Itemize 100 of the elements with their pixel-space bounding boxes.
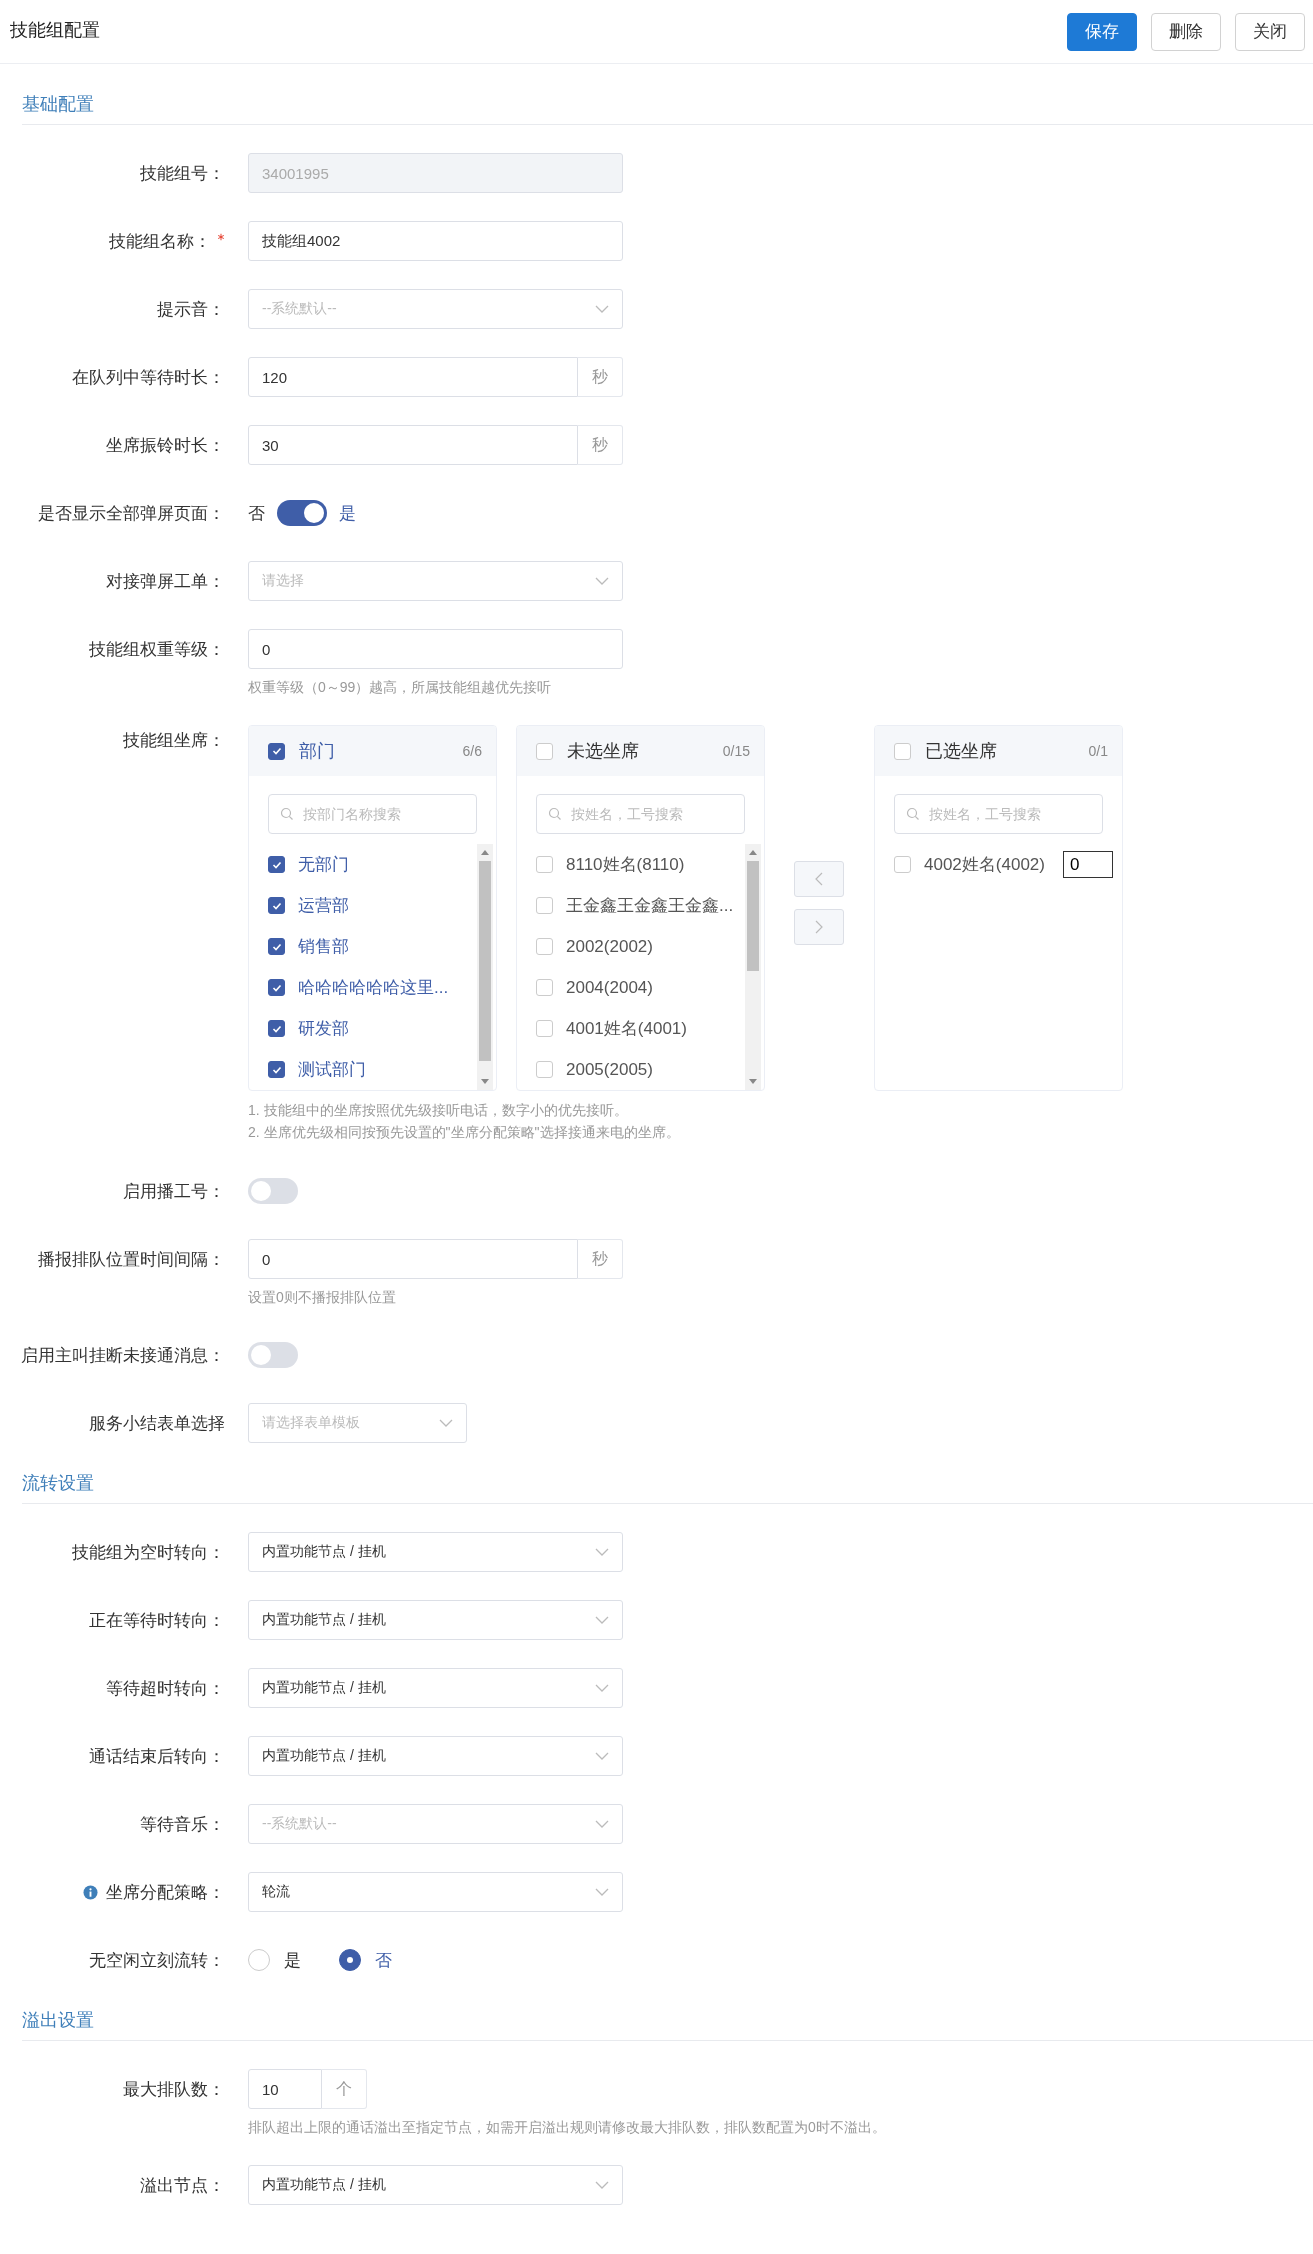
field-label: 技能组权重等级： bbox=[89, 638, 225, 661]
checkbox[interactable] bbox=[268, 1020, 285, 1037]
field-label: 启用播工号： bbox=[123, 1180, 225, 1203]
unit-addon: 秒 bbox=[578, 357, 623, 397]
unit-addon: 秒 bbox=[578, 425, 623, 465]
switch-label: 是 bbox=[339, 502, 356, 525]
toggle-switch[interactable] bbox=[248, 1178, 298, 1204]
field-label: 等待超时转向： bbox=[106, 1677, 225, 1700]
list-item[interactable]: 4002姓名(4002) bbox=[924, 853, 1045, 876]
field-label: 无空闲立刻流转： bbox=[89, 1949, 225, 1972]
search-icon bbox=[548, 807, 562, 821]
search-field[interactable]: 按姓名，工号搜索 bbox=[894, 794, 1103, 834]
search-icon bbox=[906, 807, 920, 821]
field-label: 正在等待时转向： bbox=[89, 1609, 225, 1632]
list-item[interactable]: 王金鑫王金鑫王金鑫... bbox=[566, 894, 734, 917]
list-item[interactable]: 2002(2002) bbox=[566, 936, 653, 957]
save-button[interactable]: 保存 bbox=[1067, 12, 1137, 51]
field-label: 播报排队位置时间间隔： bbox=[38, 1248, 225, 1271]
input-field[interactable]: 0 bbox=[248, 1239, 578, 1279]
page-title: 技能组配置 bbox=[10, 18, 100, 42]
selection-count: 0/15 bbox=[722, 743, 750, 759]
field-label: 对接弹屏工单： bbox=[106, 570, 225, 593]
select-field[interactable]: 内置功能节点 / 挂机 bbox=[248, 1600, 623, 1640]
field-label: 是否显示全部弹屏页面： bbox=[38, 502, 225, 525]
unit-addon: 秒 bbox=[578, 1239, 623, 1279]
field-label: 技能组为空时转向： bbox=[72, 1541, 225, 1564]
radio-label: 是 bbox=[284, 1949, 301, 1972]
checkbox[interactable] bbox=[268, 1061, 285, 1078]
panel-title: 已选坐席 bbox=[925, 740, 998, 763]
chevron-down-icon bbox=[595, 577, 609, 585]
scrollbar[interactable] bbox=[745, 844, 761, 1090]
toggle-switch[interactable] bbox=[248, 1342, 298, 1368]
selection-count: 6/6 bbox=[462, 743, 482, 759]
priority-field[interactable]: 0 bbox=[1062, 851, 1113, 878]
list-item[interactable]: 销售部 bbox=[298, 935, 349, 958]
section-title: 流转设置 bbox=[22, 1443, 1313, 1504]
chevron-down-icon bbox=[595, 1684, 609, 1692]
list-item[interactable]: 2004(2004) bbox=[566, 977, 653, 998]
toggle-switch[interactable] bbox=[277, 500, 327, 526]
unit-addon: 个 bbox=[322, 2069, 367, 2109]
select-field[interactable]: 内置功能节点 / 挂机 bbox=[248, 1736, 623, 1776]
check-icon bbox=[270, 745, 283, 757]
list-item[interactable]: 8110姓名(8110) bbox=[566, 853, 685, 876]
input-field[interactable]: 30 bbox=[248, 425, 578, 465]
section-title: 溢出设置 bbox=[22, 1980, 1313, 2041]
field-label: 技能组名称： bbox=[109, 230, 211, 253]
field-label: 在队列中等待时长： bbox=[72, 366, 225, 389]
chevron-right-icon bbox=[815, 920, 823, 934]
section-title: 基础配置 bbox=[22, 64, 1313, 125]
chevron-down-icon bbox=[595, 305, 609, 313]
chevron-down-icon bbox=[595, 1820, 609, 1828]
field-label: 服务小结表单选择 bbox=[89, 1412, 225, 1435]
chevron-down-icon bbox=[439, 1419, 453, 1427]
field-label: 通话结束后转向： bbox=[89, 1745, 225, 1768]
input-field[interactable]: 10 bbox=[248, 2069, 322, 2109]
input-field[interactable]: 0 bbox=[248, 629, 623, 669]
radio-button[interactable] bbox=[339, 1949, 361, 1971]
field-label: 最大排队数： bbox=[123, 2078, 225, 2101]
list-item[interactable]: 4001姓名(4001) bbox=[566, 1017, 687, 1040]
list-item[interactable]: 无部门 bbox=[298, 853, 349, 876]
search-icon bbox=[280, 807, 294, 821]
search-field[interactable]: 按姓名，工号搜索 bbox=[536, 794, 745, 834]
select-field[interactable]: 内置功能节点 / 挂机 bbox=[248, 1668, 623, 1708]
chevron-down-icon bbox=[595, 1888, 609, 1896]
checkbox[interactable] bbox=[268, 938, 285, 955]
field-label: 坐席分配策略： bbox=[106, 1881, 225, 1904]
checkbox[interactable] bbox=[268, 979, 285, 996]
input-field[interactable]: 120 bbox=[248, 357, 578, 397]
help-text: 权重等级（0～99）越高，所属技能组越优先接听 bbox=[248, 679, 553, 697]
select-field[interactable]: 内置功能节点 / 挂机 bbox=[248, 2165, 623, 2205]
list-item[interactable]: 研发部 bbox=[298, 1017, 349, 1040]
selection-count: 0/1 bbox=[1088, 743, 1108, 759]
field-label: 技能组坐席： bbox=[123, 729, 225, 752]
chevron-down-icon bbox=[595, 1616, 609, 1624]
checkbox[interactable] bbox=[268, 856, 285, 873]
action-button[interactable]: 删除 bbox=[1151, 12, 1221, 51]
panel-title: 未选坐席 bbox=[567, 740, 640, 763]
action-button[interactable]: 关闭 bbox=[1235, 12, 1305, 51]
chevron-down-icon bbox=[595, 1548, 609, 1556]
select-field[interactable]: 轮流 bbox=[248, 1872, 623, 1912]
list-item[interactable]: 运营部 bbox=[298, 894, 349, 917]
list-item[interactable]: 2005(2005) bbox=[566, 1059, 653, 1080]
help-text: 1. 技能组中的坐席按照优先级接听电话，数字小的优先接听。 bbox=[248, 1101, 629, 1120]
search-field[interactable]: 按部门名称搜索 bbox=[268, 794, 477, 834]
help-text: 2. 坐席优先级相同按预先设置的"坐席分配策略"选择接通来电的坐席。 bbox=[248, 1123, 681, 1142]
radio-label: 否 bbox=[375, 1949, 392, 1972]
switch-label: 否 bbox=[248, 502, 265, 525]
list-item[interactable]: 哈哈哈哈哈哈这里... bbox=[298, 976, 449, 999]
checkbox[interactable] bbox=[268, 742, 285, 760]
input-field[interactable]: 技能组4002 bbox=[248, 221, 623, 261]
checkbox[interactable] bbox=[268, 897, 285, 914]
chevron-left-icon bbox=[815, 872, 823, 886]
field-label: 溢出节点： bbox=[140, 2174, 225, 2197]
chevron-down-icon bbox=[595, 1752, 609, 1760]
field-label: 技能组号： bbox=[140, 162, 225, 185]
list-item[interactable]: 测试部门 bbox=[298, 1058, 366, 1081]
scrollbar[interactable] bbox=[477, 844, 493, 1090]
field-label: 启用主叫挂断未接通消息： bbox=[21, 1344, 225, 1367]
select-field[interactable]: 内置功能节点 / 挂机 bbox=[248, 1532, 623, 1572]
field-label: 坐席振铃时长： bbox=[106, 434, 225, 457]
